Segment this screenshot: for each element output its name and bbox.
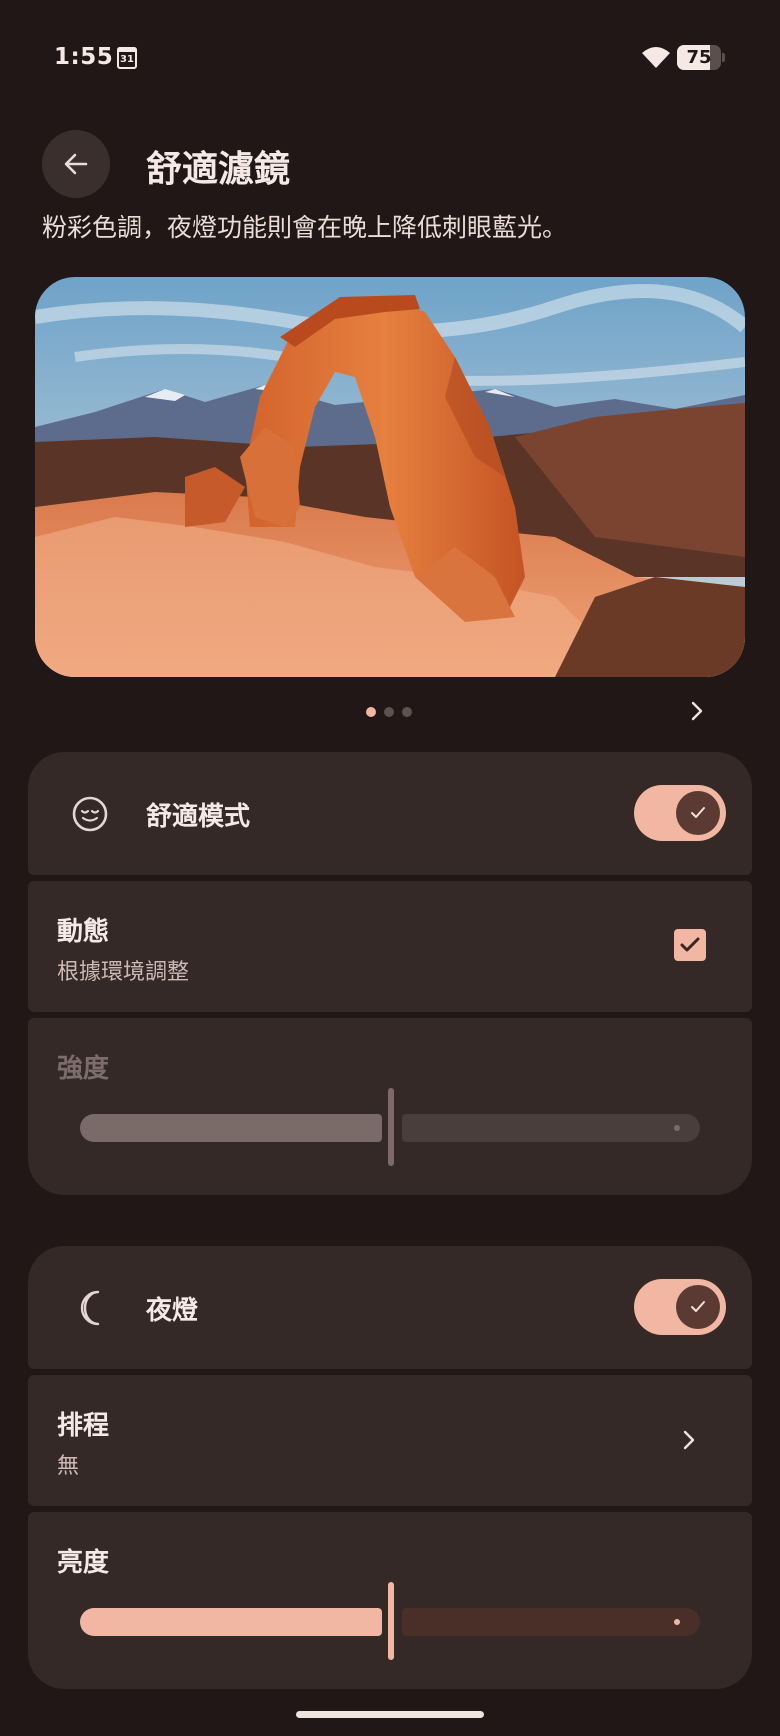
schedule-label: 排程: [57, 1411, 110, 1441]
brightness-row: 亮度: [28, 1512, 752, 1689]
night-light-row[interactable]: 夜燈: [28, 1246, 752, 1369]
slider-active-track: [80, 1608, 382, 1636]
back-button[interactable]: [42, 130, 110, 198]
carousel-dot: [366, 707, 376, 717]
comfort-mode-row[interactable]: 舒適模式: [28, 752, 752, 875]
check-icon: [691, 807, 705, 818]
calendar-day: 31: [120, 54, 134, 65]
carousel-dot: [384, 707, 394, 717]
slider-thumb: [388, 1088, 394, 1166]
intensity-label: 強度: [57, 1054, 110, 1084]
page-description: 粉彩色調，夜燈功能則會在晚上降低刺眼藍光。: [42, 213, 568, 242]
check-icon: [691, 1301, 705, 1312]
slider-active-track: [80, 1114, 382, 1142]
toggle-knob: [676, 791, 720, 835]
schedule-value: 無: [57, 1454, 80, 1479]
chevron-right-icon: [683, 1430, 695, 1450]
slider-inactive-track: [402, 1608, 700, 1636]
toggle-knob: [676, 1285, 720, 1329]
dynamic-checkbox[interactable]: [674, 929, 706, 961]
slider-thumb[interactable]: [388, 1582, 394, 1660]
calendar-icon: 31: [117, 47, 137, 69]
slider-inactive-track: [402, 1114, 700, 1142]
status-bar: 1:55 31 75: [0, 0, 780, 110]
carousel-indicator: [366, 707, 412, 717]
battery-icon: 75: [677, 45, 725, 70]
preview-image[interactable]: [35, 277, 745, 677]
chevron-right-icon[interactable]: [684, 698, 710, 724]
carousel-dot: [402, 707, 412, 717]
arrow-left-icon: [64, 153, 88, 175]
page-title: 舒適濾鏡: [146, 149, 291, 190]
intensity-slider: [80, 1088, 700, 1166]
wifi-icon: [642, 47, 670, 68]
status-time: 1:55: [54, 44, 114, 70]
moon-icon: [80, 1290, 100, 1326]
comfort-mode-toggle[interactable]: [634, 785, 726, 841]
battery-percent: 75: [686, 47, 712, 68]
schedule-row[interactable]: 排程 無: [28, 1375, 752, 1506]
landscape-arch-illustration: [35, 277, 745, 677]
brightness-label: 亮度: [57, 1548, 110, 1578]
night-light-label: 夜燈: [146, 1296, 199, 1326]
comfort-mode-label: 舒適模式: [146, 802, 251, 832]
dynamic-row[interactable]: 動態 根據環境調整: [28, 881, 752, 1012]
dynamic-summary: 根據環境調整: [57, 960, 190, 985]
brightness-slider[interactable]: [80, 1582, 700, 1660]
slider-end-stop: [674, 1125, 680, 1131]
night-light-toggle[interactable]: [634, 1279, 726, 1335]
home-indicator[interactable]: [296, 1711, 484, 1718]
intensity-row: 強度: [28, 1018, 752, 1195]
check-icon: [680, 937, 700, 952]
slider-end-stop: [674, 1619, 680, 1625]
dynamic-label: 動態: [57, 917, 110, 947]
smile-face-icon: [72, 796, 108, 832]
